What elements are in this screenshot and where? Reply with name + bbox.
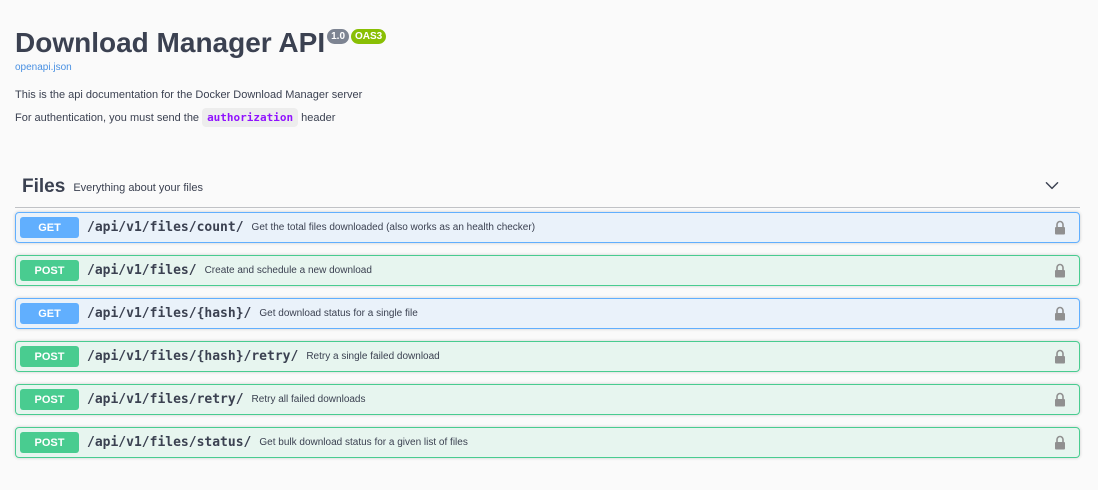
lock-icon[interactable] — [1054, 392, 1066, 407]
auth-suffix: header — [301, 111, 336, 124]
lock-icon[interactable] — [1054, 220, 1066, 235]
operation-summary: Retry a single failed download — [306, 351, 440, 362]
method-badge: POST — [20, 260, 79, 281]
operation-path: /api/v1/files/count/ — [87, 220, 244, 235]
method-badge: POST — [20, 432, 79, 453]
operation-row[interactable]: POST/api/v1/files/{hash}/retry/Retry a s… — [15, 341, 1080, 372]
oas-badge: OAS3 — [351, 29, 387, 44]
operation-summary: Create and schedule a new download — [204, 265, 372, 276]
operation-row[interactable]: POST/api/v1/files/status/Get bulk downlo… — [15, 427, 1080, 458]
title-row: Download Manager API 1.0 OAS3 — [15, 25, 387, 61]
lock-icon[interactable] — [1054, 435, 1066, 450]
method-badge: GET — [20, 217, 79, 238]
spec-link[interactable]: openapi.json — [15, 62, 386, 73]
operation-row[interactable]: GET/api/v1/files/{hash}/ Get download sta… — [15, 298, 1080, 329]
api-description: This is the api documentation for the Do… — [15, 89, 363, 101]
version-badge: 1.0 — [327, 29, 350, 44]
operation-summary: Get the total files downloaded (also wor… — [251, 222, 536, 233]
chevron-down-icon[interactable] — [1044, 178, 1060, 194]
auth-description: For authentication, you must send the au… — [15, 108, 386, 127]
operation-path: /api/v1/files/ — [87, 263, 197, 278]
api-info: Download Manager API 1.0 OAS3 openapi.js… — [15, 25, 387, 127]
tag-section-files: Files Everything about your files GET/ap… — [15, 166, 1080, 470]
operation-path: /api/v1/files/status/ — [87, 435, 252, 450]
operation-row[interactable]: POST/api/v1/files/Create and schedule a … — [15, 255, 1080, 286]
lock-icon[interactable] — [1054, 349, 1066, 364]
operation-row[interactable]: GET/api/v1/files/count/Get the total fil… — [15, 212, 1080, 243]
operation-path: /api/v1/files/{hash}/retry/ — [87, 349, 299, 364]
tag-description: Everything about your files — [73, 182, 203, 194]
method-badge: POST — [20, 346, 79, 367]
operation-path: /api/v1/files/{hash}/ — [87, 306, 252, 321]
operation-summary: Get download status for a single file — [259, 308, 418, 319]
operation-summary: Get bulk download status for a given lis… — [259, 437, 468, 448]
auth-code: authorization — [202, 108, 299, 127]
operation-summary: Retry all failed downloads — [251, 394, 366, 405]
tag-header[interactable]: Files Everything about your files — [15, 166, 1080, 208]
auth-prefix: For authentication, you must send the — [15, 111, 200, 124]
swagger-page: Download Manager API 1.0 OAS3 openapi.js… — [0, 0, 1098, 490]
method-badge: POST — [20, 389, 79, 410]
lock-icon[interactable] — [1054, 306, 1066, 321]
tag-name: Files — [22, 175, 66, 197]
operation-path: /api/v1/files/retry/ — [87, 392, 244, 407]
operations-list: GET/api/v1/files/count/Get the total fil… — [15, 212, 1080, 458]
lock-icon[interactable] — [1054, 263, 1066, 278]
page-title: Download Manager API — [15, 27, 326, 58]
operation-row[interactable]: POST/api/v1/files/retry/Retry all failed… — [15, 384, 1080, 415]
method-badge: GET — [20, 303, 79, 324]
